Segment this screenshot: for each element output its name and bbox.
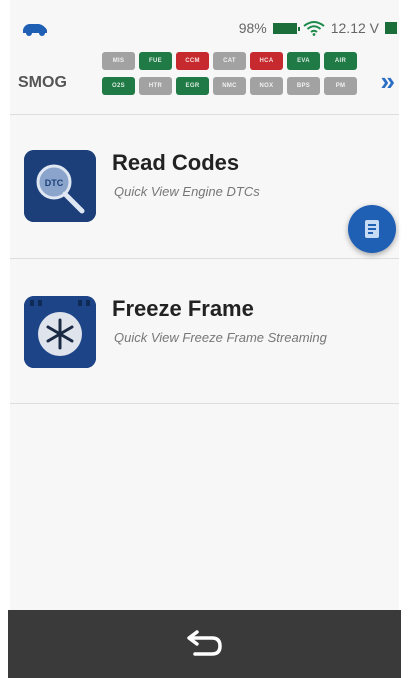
monitor-chip-fue: FUE xyxy=(139,52,172,70)
bottom-nav-bar xyxy=(8,610,401,678)
dtc-magnifier-icon: DTC xyxy=(24,150,96,222)
print-report-button[interactable] xyxy=(348,205,396,253)
monitor-chip-o2s: O2S xyxy=(102,77,135,95)
monitor-chip-cat: CAT xyxy=(213,52,246,70)
battery-percent: 98% xyxy=(238,20,267,36)
monitor-grid: MIS FUE CCM CAT HCA EVA AIR O2S HTR EGR NMC NOX BPS P… xyxy=(102,52,357,95)
monitor-chip-pm: PM xyxy=(324,77,357,95)
back-button[interactable] xyxy=(182,620,228,666)
monitor-chip-mis: MIS xyxy=(102,52,135,70)
status-indicators: 98% 12.12 V xyxy=(239,18,397,38)
monitor-chip-htr: HTR xyxy=(139,77,172,95)
read-codes-item[interactable]: DTC Read Codes Quick View Engine DTCs xyxy=(10,118,399,258)
freeze-frame-item[interactable]: Freeze Frame Quick View Freeze Frame Str… xyxy=(10,262,399,402)
monitor-chip-hca: HCA xyxy=(250,52,283,70)
freeze-frame-title: Freeze Frame xyxy=(112,296,254,321)
divider xyxy=(10,258,399,259)
double-chevron-right-icon[interactable]: » xyxy=(381,68,395,94)
read-codes-subtitle: Quick View Engine DTCs xyxy=(114,184,260,199)
back-arrow-icon xyxy=(187,630,222,656)
battery-icon xyxy=(272,22,300,34)
divider xyxy=(10,403,399,404)
monitor-chip-egr: EGR xyxy=(176,77,209,95)
voltage-readout: 12.12 V xyxy=(330,20,379,36)
read-codes-title: Read Codes xyxy=(112,150,240,175)
voltage-indicator-icon xyxy=(385,22,397,34)
monitor-chip-air: AIR xyxy=(324,52,357,70)
monitor-chip-eva: EVA xyxy=(287,52,320,70)
screen: 98% 12.12 V SMOG MIS FUE CCM CAT HCA EVA AIR O2… xyxy=(10,0,399,678)
svg-text:DTC: DTC xyxy=(45,178,64,188)
freeze-frame-subtitle: Quick View Freeze Frame Streaming xyxy=(114,330,327,345)
wifi-icon xyxy=(303,21,325,36)
snowflake-icon xyxy=(24,296,96,368)
monitor-chip-bps: BPS xyxy=(287,77,320,95)
monitor-chip-ccm: CCM xyxy=(176,52,209,70)
monitor-chip-nmc: NMC xyxy=(213,77,246,95)
divider xyxy=(10,114,399,115)
car-icon xyxy=(23,24,47,36)
status-bar: 98% 12.12 V xyxy=(10,0,399,50)
smog-label: SMOG xyxy=(18,74,67,91)
print-report-icon xyxy=(365,220,379,238)
monitor-chip-nox: NOX xyxy=(250,77,283,95)
smog-monitor-bar[interactable]: SMOG MIS FUE CCM CAT HCA EVA AIR O2S HTR EGR NMC NO… xyxy=(10,50,399,112)
